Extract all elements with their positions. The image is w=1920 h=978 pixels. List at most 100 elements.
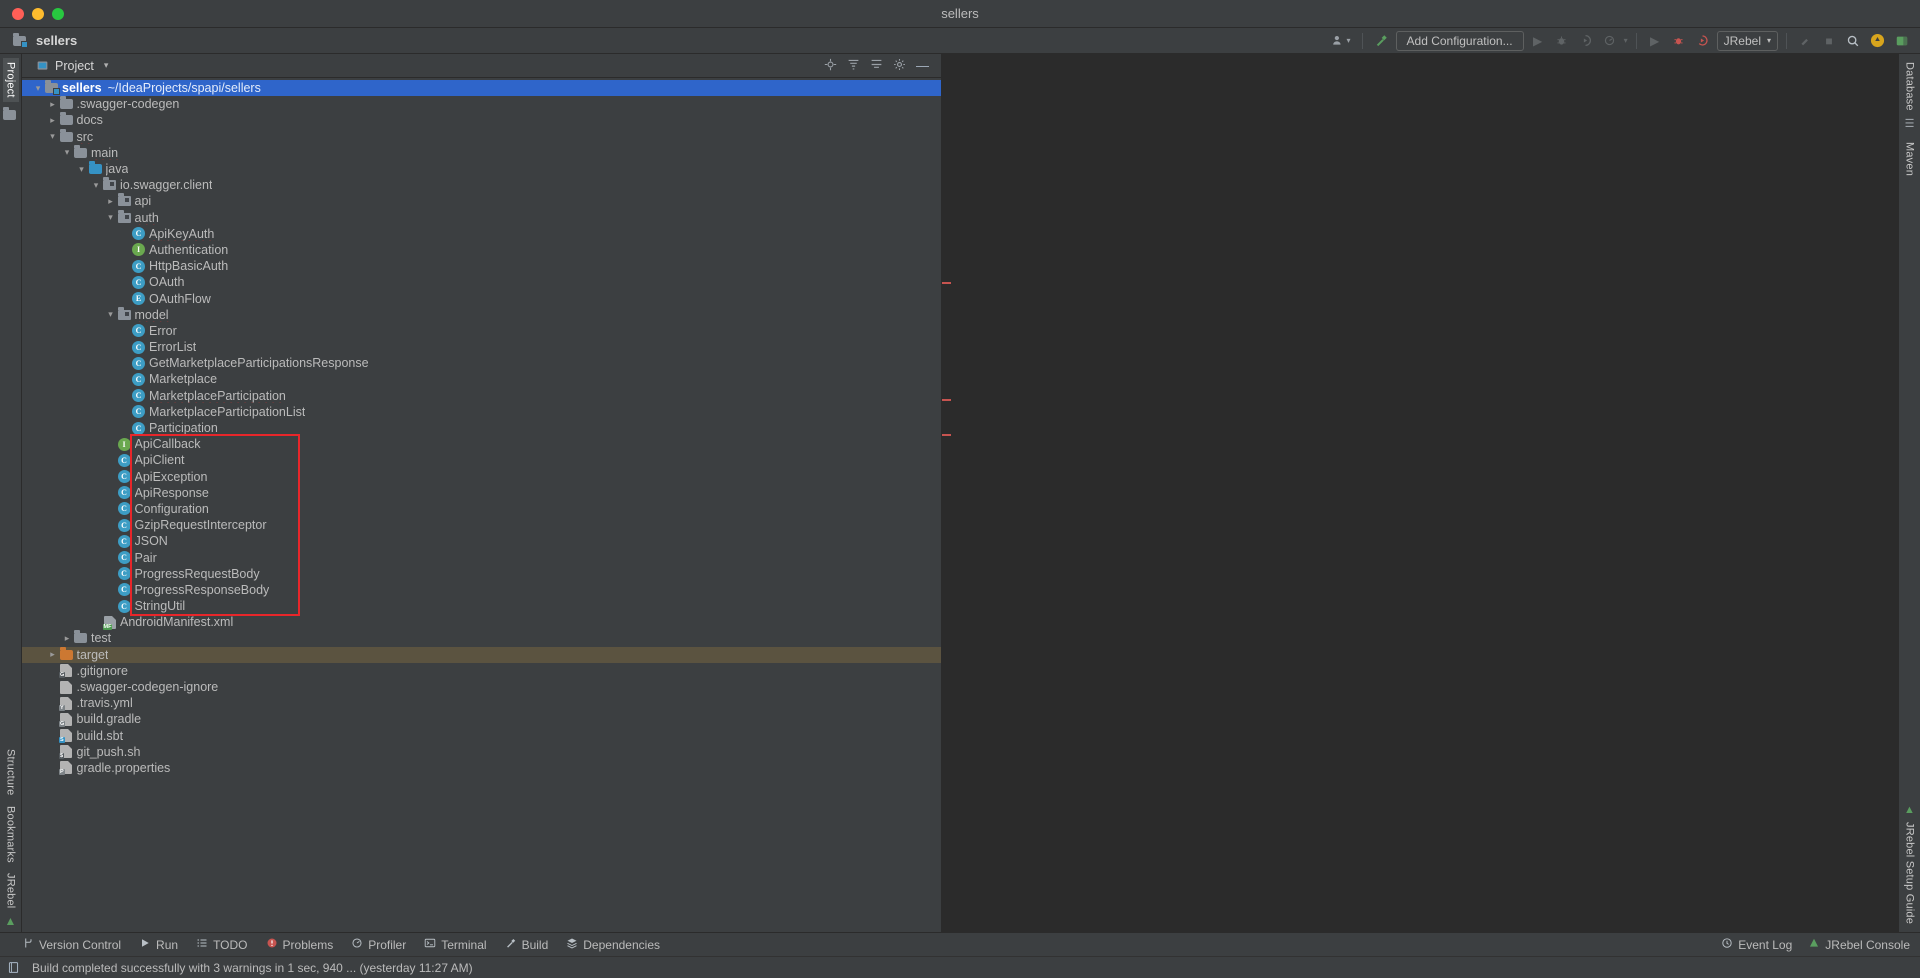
debug-icon[interactable]: [1552, 31, 1572, 51]
sidebar-item-jrebel-setup-guide[interactable]: JRebel Setup Guide: [1902, 818, 1918, 928]
chevron-down-icon[interactable]: [90, 181, 102, 190]
maximize-window-button[interactable]: [52, 7, 64, 20]
tree-row[interactable]: I ApiCallback: [22, 436, 941, 452]
tree-row[interactable]: Y .travis.yml: [22, 695, 941, 711]
tree-row[interactable]: main: [22, 144, 941, 161]
sidebar-item-jrebel[interactable]: JRebel: [3, 869, 19, 912]
layout-icon[interactable]: [1892, 31, 1912, 51]
tree-row[interactable]: api: [22, 193, 941, 209]
chevron-right-icon[interactable]: [47, 100, 59, 109]
tree-row[interactable]: sellers ~/IdeaProjects/spapi/sellers: [22, 80, 941, 97]
tree-row[interactable]: C MarketplaceParticipation: [22, 388, 941, 404]
add-configuration-button[interactable]: Add Configuration...: [1395, 30, 1524, 51]
sidebar-item-project[interactable]: Project: [2, 58, 19, 102]
sidebar-item-structure[interactable]: Structure: [3, 745, 19, 799]
chevron-down-icon[interactable]: ▾: [104, 60, 109, 71]
tree-row[interactable]: src: [22, 128, 941, 145]
tree-row[interactable]: test: [22, 630, 941, 646]
tree-row[interactable]: java: [22, 161, 941, 177]
minimize-window-button[interactable]: [32, 7, 44, 20]
bottom-bar-item-todo[interactable]: TODO: [196, 937, 248, 952]
search-icon[interactable]: [1843, 31, 1863, 51]
chevron-right-icon[interactable]: [47, 116, 59, 125]
chevron-down-icon[interactable]: [61, 148, 73, 157]
tree-row[interactable]: .swagger-codegen: [22, 96, 941, 112]
tree-row[interactable]: C ErrorList: [22, 339, 941, 355]
tree-row[interactable]: C Pair: [22, 549, 941, 565]
tree-row[interactable]: C Configuration: [22, 501, 941, 517]
bottom-bar-item-problems[interactable]: Problems: [266, 937, 333, 952]
tree-row[interactable]: MF AndroidManifest.xml: [22, 614, 941, 630]
sidebar-item-bookmarks[interactable]: Bookmarks: [3, 802, 19, 867]
run-with-coverage-icon[interactable]: [1576, 31, 1596, 51]
tab-project[interactable]: Project ▾: [28, 59, 108, 73]
tree-row[interactable]: C OAuth: [22, 274, 941, 290]
folder-icon[interactable]: [2, 107, 17, 123]
tree-row[interactable]: Pgradle.properties: [22, 760, 941, 776]
chevron-right-icon[interactable]: [47, 650, 59, 659]
tree-row[interactable]: G .gitignore: [22, 663, 941, 679]
tree-row[interactable]: C GetMarketplaceParticipationsResponse: [22, 355, 941, 371]
bottom-bar-item-dependencies[interactable]: Dependencies: [566, 937, 660, 952]
tree-row[interactable]: C MarketplaceParticipationList: [22, 404, 941, 420]
tree-row[interactable]: C GzipRequestInterceptor: [22, 517, 941, 533]
tree-row[interactable]: C ApiClient: [22, 452, 941, 468]
tree-row[interactable]: C ApiResponse: [22, 485, 941, 501]
tree-row[interactable]: C Marketplace: [22, 371, 941, 387]
stop-icon[interactable]: ■: [1819, 31, 1839, 51]
tree-row[interactable]: .swagger-codegen-ignore: [22, 679, 941, 695]
bottom-bar-item-build[interactable]: Build: [505, 937, 548, 952]
chevron-down-icon[interactable]: [32, 84, 44, 93]
run-icon[interactable]: ▶: [1528, 31, 1548, 51]
locate-icon[interactable]: [824, 58, 837, 73]
settings-gear-icon[interactable]: [893, 58, 906, 73]
tree-row[interactable]: auth: [22, 209, 941, 226]
close-window-button[interactable]: [12, 7, 24, 20]
jrebel-run-icon[interactable]: ▶: [1645, 31, 1665, 51]
tree-row[interactable]: C ProgressRequestBody: [22, 566, 941, 582]
chevron-down-icon[interactable]: [105, 213, 117, 222]
bottom-bar-item-version-control[interactable]: Version Control: [22, 937, 121, 952]
account-icon[interactable]: ▾: [1329, 31, 1354, 51]
chevron-right-icon[interactable]: [61, 634, 73, 643]
jrebel-extra-icon[interactable]: [1795, 31, 1815, 51]
bottom-bar-item-event-log[interactable]: Event Log: [1721, 937, 1792, 952]
project-tree[interactable]: sellers~/IdeaProjects/spapi/sellers.swag…: [22, 78, 941, 932]
tree-row[interactable]: E OAuthFlow: [22, 290, 941, 306]
tree-row[interactable]: docs: [22, 112, 941, 128]
tree-row[interactable]: C ProgressResponseBody: [22, 582, 941, 598]
tree-row[interactable]: C Participation: [22, 420, 941, 436]
tree-row[interactable]: C JSON: [22, 533, 941, 549]
sidebar-item-maven[interactable]: Maven: [1902, 138, 1918, 180]
tree-row[interactable]: C ApiException: [22, 469, 941, 485]
bottom-bar-item-run[interactable]: Run: [139, 937, 178, 952]
updates-badge-icon[interactable]: [1867, 31, 1888, 51]
hide-tool-window-icon[interactable]: —: [916, 59, 929, 72]
traffic-lights[interactable]: [0, 7, 64, 20]
tree-row[interactable]: C StringUtil: [22, 598, 941, 614]
jrebel-selector[interactable]: JRebel ▾: [1716, 30, 1778, 51]
tree-row[interactable]: io.swagger.client: [22, 177, 941, 193]
tree-row[interactable]: C HttpBasicAuth: [22, 258, 941, 274]
tree-row[interactable]: C Error: [22, 323, 941, 339]
collapse-all-icon[interactable]: [870, 58, 883, 73]
profiler-icon[interactable]: [1600, 31, 1620, 51]
jrebel-coverage-icon[interactable]: [1693, 31, 1713, 51]
expand-all-icon[interactable]: [847, 58, 860, 73]
chevron-down-icon[interactable]: [47, 132, 59, 141]
tree-row[interactable]: model: [22, 306, 941, 323]
build-hammer-icon[interactable]: [1371, 31, 1392, 51]
tree-row[interactable]: target: [22, 646, 941, 663]
jrebel-debug-icon[interactable]: [1669, 31, 1689, 51]
project-name-widget[interactable]: sellers: [0, 32, 120, 48]
tree-row[interactable]: I Authentication: [22, 242, 941, 258]
chevron-right-icon[interactable]: [105, 197, 117, 206]
tree-row[interactable]: Gbuild.gradle: [22, 711, 941, 727]
tree-row[interactable]: $ git_push.sh: [22, 744, 941, 760]
tree-row[interactable]: C ApiKeyAuth: [22, 226, 941, 242]
tree-row[interactable]: Sbuild.sbt: [22, 728, 941, 744]
chevron-down-icon[interactable]: [76, 165, 88, 174]
editor-area[interactable]: Search EverywhereDouble ⇧Go to File⇧⌘ORe…: [942, 54, 1898, 932]
bottom-bar-item-terminal[interactable]: Terminal: [424, 937, 487, 952]
sidebar-item-database[interactable]: Database: [1902, 58, 1918, 115]
